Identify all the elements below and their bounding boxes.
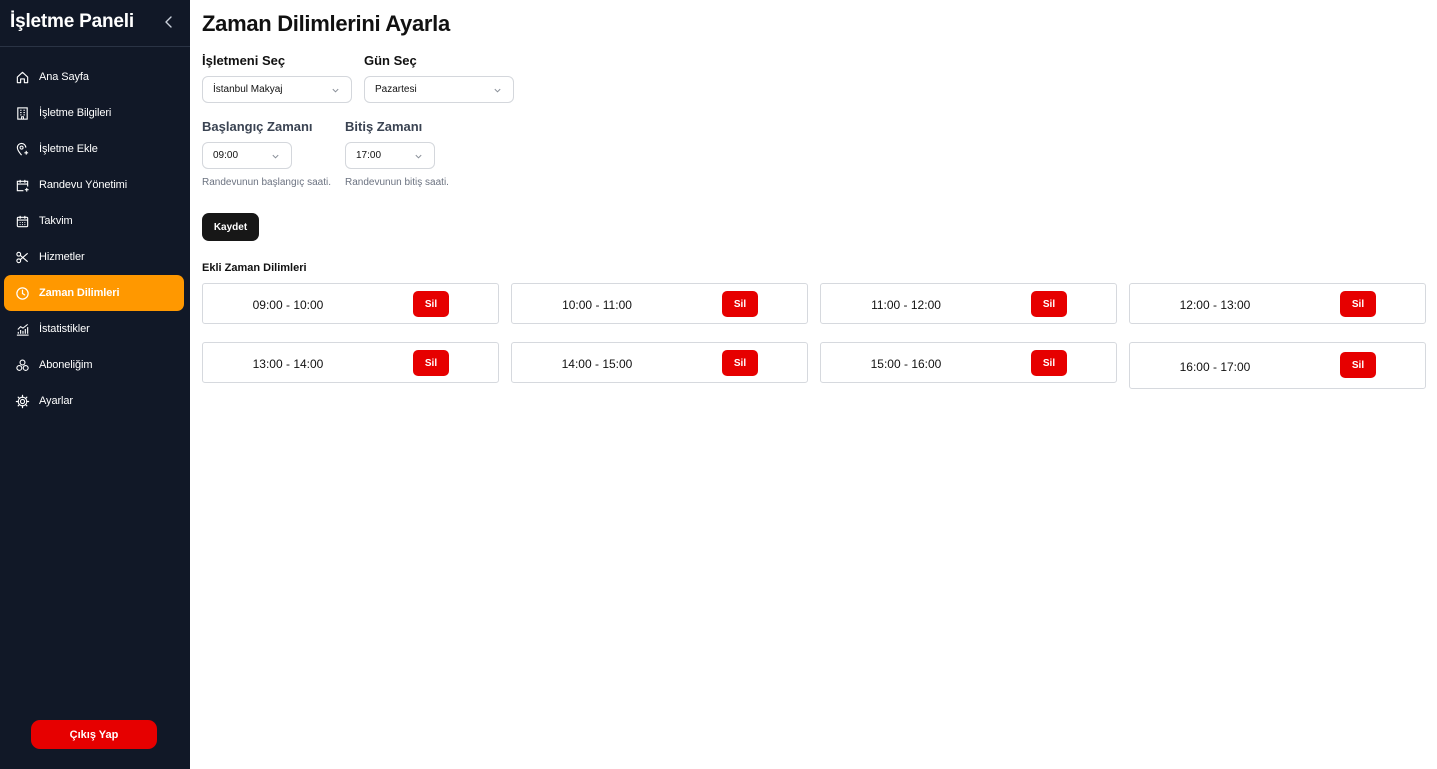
sidebar-item-ana-sayfa[interactable]: Ana Sayfa <box>4 59 184 95</box>
sidebar-item-ayarlar[interactable]: Ayarlar <box>4 383 184 419</box>
sidebar-item-hizmetler[interactable]: Hizmetler <box>4 239 184 275</box>
time-slot-range: 09:00 - 10:00 <box>252 298 324 312</box>
time-slot-card: 09:00 - 10:00 Sil <box>202 283 499 324</box>
delete-slot-button[interactable]: Sil <box>413 350 449 376</box>
boxes-icon <box>15 358 30 373</box>
time-slot-card: 12:00 - 13:00 Sil <box>1129 283 1426 324</box>
business-select-value: İstanbul Makyaj <box>213 84 283 95</box>
home-icon <box>15 70 30 85</box>
sidebar-nav: Ana Sayfa İşletme Bilgileri İşletme Ekle… <box>4 59 184 419</box>
business-select[interactable]: İstanbul Makyaj <box>202 76 352 103</box>
sidebar-item-label: Aboneliğim <box>39 359 93 371</box>
time-slot-range: 16:00 - 17:00 <box>1179 360 1251 374</box>
chart-icon <box>15 322 30 337</box>
end-time-hint: Randevunun bitiş saati. <box>345 177 449 188</box>
sidebar-item-isletme-bilgileri[interactable]: İşletme Bilgileri <box>4 95 184 131</box>
day-select[interactable]: Pazartesi <box>364 76 514 103</box>
time-slot-range: 15:00 - 16:00 <box>870 357 942 371</box>
time-slot-card: 15:00 - 16:00 Sil <box>820 342 1117 383</box>
delete-slot-button[interactable]: Sil <box>1340 352 1376 378</box>
end-time-value: 17:00 <box>356 150 382 161</box>
sidebar-item-label: Ayarlar <box>39 395 73 407</box>
end-time-label: Bitiş Zamanı <box>345 119 423 134</box>
sidebar-item-label: Zaman Dilimleri <box>39 287 120 299</box>
time-slot-range: 14:00 - 15:00 <box>561 357 633 371</box>
delete-slot-button[interactable]: Sil <box>722 350 758 376</box>
delete-slot-button[interactable]: Sil <box>1340 291 1376 317</box>
time-slot-card: 10:00 - 11:00 Sil <box>511 283 808 324</box>
gear-icon <box>15 394 30 409</box>
slots-section-title: Ekli Zaman Dilimleri <box>202 262 307 274</box>
sidebar-item-isletme-ekle[interactable]: İşletme Ekle <box>4 131 184 167</box>
business-select-label: İşletmeni Seç <box>202 53 286 68</box>
day-select-value: Pazartesi <box>375 84 417 95</box>
sidebar-item-label: Hizmetler <box>39 251 85 263</box>
save-button[interactable]: Kaydet <box>202 213 259 241</box>
chevron-down-icon <box>331 86 340 95</box>
sidebar-title: İşletme Paneli <box>10 11 134 32</box>
sidebar-item-label: Randevu Yönetimi <box>39 179 128 191</box>
start-time-hint: Randevunun başlangıç saati. <box>202 177 331 188</box>
start-time-label: Başlangıç Zamanı <box>202 119 313 134</box>
chevron-left-icon[interactable] <box>162 14 176 30</box>
time-slot-range: 13:00 - 14:00 <box>252 357 324 371</box>
logout-button[interactable]: Çıkış Yap <box>31 720 157 749</box>
time-slot-card: 13:00 - 14:00 Sil <box>202 342 499 383</box>
time-slot-card: 14:00 - 15:00 Sil <box>511 342 808 383</box>
time-slot-range: 12:00 - 13:00 <box>1179 298 1251 312</box>
end-time-select[interactable]: 17:00 <box>345 142 435 169</box>
sidebar-item-label: Ana Sayfa <box>39 71 89 83</box>
building-icon <box>15 106 30 121</box>
sidebar-item-aboneligim[interactable]: Aboneliğim <box>4 347 184 383</box>
start-time-select[interactable]: 09:00 <box>202 142 292 169</box>
sidebar: İşletme Paneli Ana Sayfa İşletme Bilgile… <box>0 0 190 769</box>
sidebar-item-zaman-dilimleri[interactable]: Zaman Dilimleri <box>4 275 184 311</box>
map-pin-plus-icon <box>15 142 30 157</box>
chevron-down-icon <box>271 152 280 161</box>
delete-slot-button[interactable]: Sil <box>413 291 449 317</box>
delete-slot-button[interactable]: Sil <box>1031 291 1067 317</box>
day-select-label: Gün Seç <box>364 53 417 68</box>
start-time-value: 09:00 <box>213 150 239 161</box>
sidebar-item-istatistikler[interactable]: İstatistikler <box>4 311 184 347</box>
sidebar-item-label: İstatistikler <box>39 323 90 335</box>
delete-slot-button[interactable]: Sil <box>1031 350 1067 376</box>
sidebar-header: İşletme Paneli <box>0 0 190 47</box>
sidebar-item-label: İşletme Ekle <box>39 143 98 155</box>
chevron-down-icon <box>493 86 502 95</box>
scissors-icon <box>15 250 30 265</box>
page-title: Zaman Dilimlerini Ayarla <box>202 11 450 36</box>
time-slot-card: 16:00 - 17:00 Sil <box>1129 342 1426 389</box>
chevron-down-icon <box>414 152 423 161</box>
time-slot-range: 11:00 - 12:00 <box>871 298 941 312</box>
sidebar-item-randevu-yonetimi[interactable]: Randevu Yönetimi <box>4 167 184 203</box>
sidebar-item-takvim[interactable]: Takvim <box>4 203 184 239</box>
delete-slot-button[interactable]: Sil <box>722 291 758 317</box>
sidebar-item-label: İşletme Bilgileri <box>39 107 112 119</box>
time-slot-range: 10:00 - 11:00 <box>562 298 632 312</box>
calendar-plus-icon <box>15 178 30 193</box>
clock-icon <box>15 286 30 301</box>
sidebar-item-label: Takvim <box>39 215 73 227</box>
calendar-icon <box>15 214 30 229</box>
time-slot-card: 11:00 - 12:00 Sil <box>820 283 1117 324</box>
